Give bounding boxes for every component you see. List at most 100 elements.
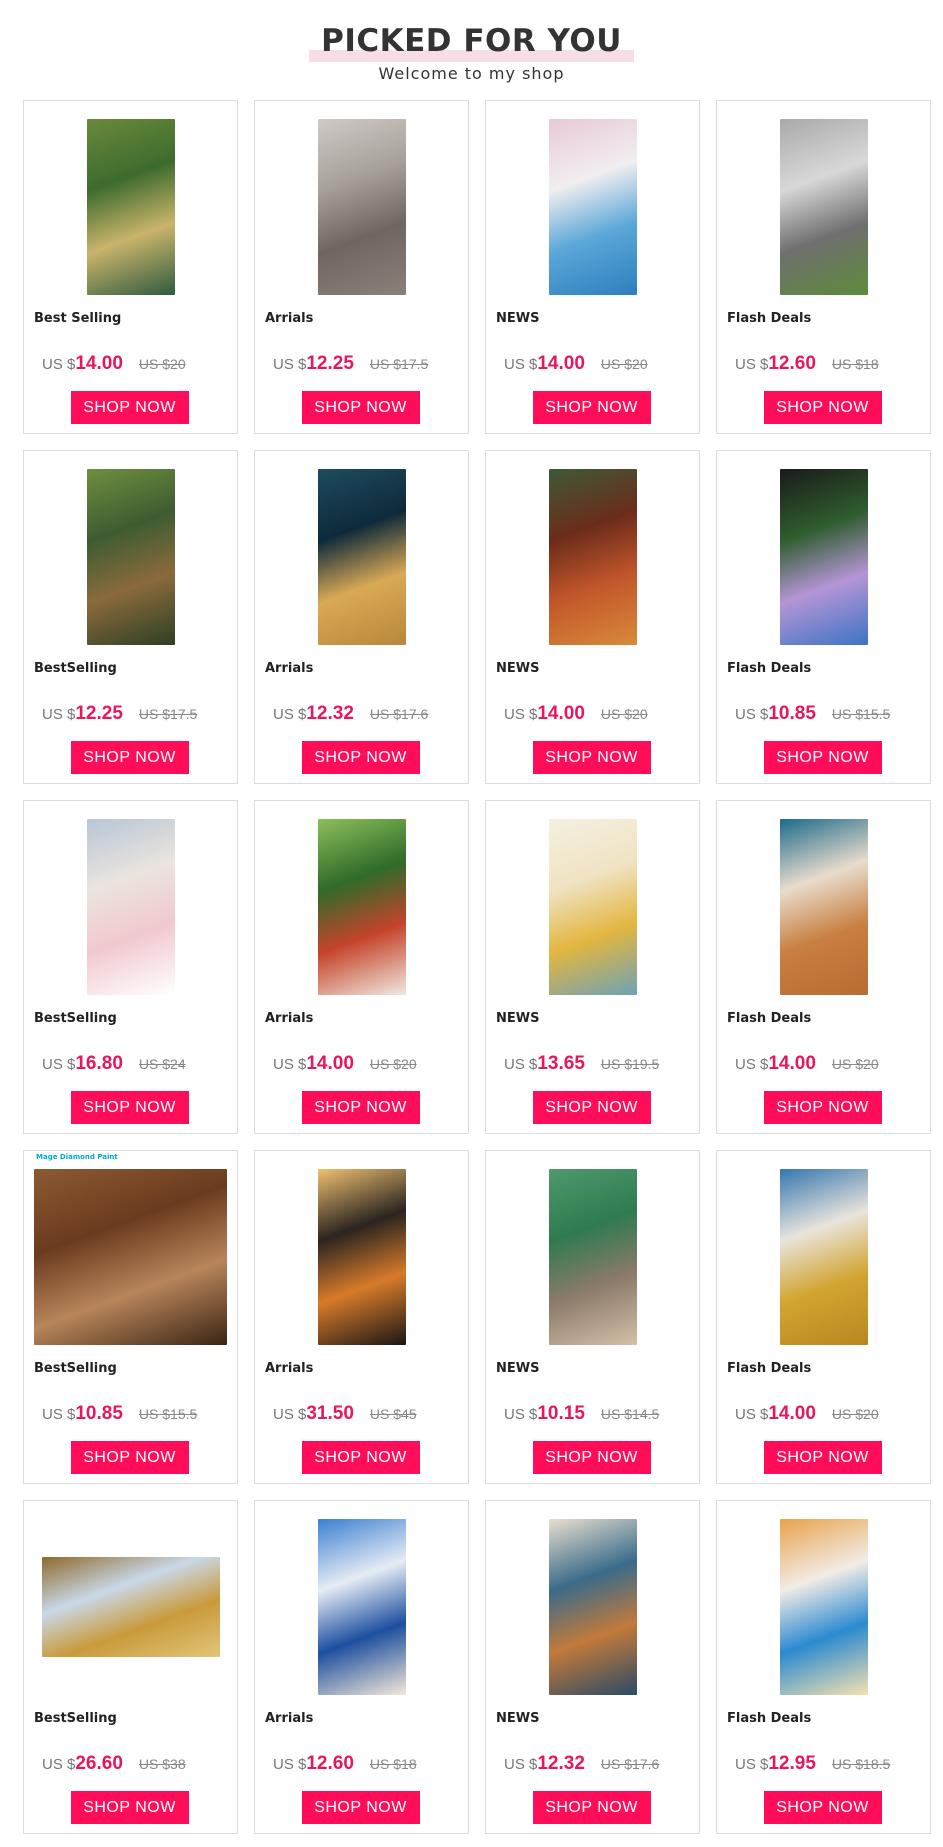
product-card[interactable]: Best Selling US $14.00 US $20 SHOP NOW (23, 100, 238, 434)
product-card[interactable]: Arrials US $14.00 US $20 SHOP NOW (254, 800, 469, 1134)
shop-now-button[interactable]: SHOP NOW (70, 1441, 189, 1474)
product-image[interactable] (779, 1169, 868, 1345)
original-price: US $17.5 (138, 706, 198, 722)
product-card[interactable]: NEWS US $14.00 US $20 SHOP NOW (485, 450, 700, 784)
shop-now-button[interactable]: SHOP NOW (301, 1441, 420, 1474)
price-row: US $16.80 US $24 (42, 1053, 186, 1075)
sale-price: 12.32 (306, 703, 354, 724)
currency-prefix: US $ (735, 1056, 769, 1073)
sale-price: 14.00 (306, 1053, 354, 1074)
original-price: US $20 (600, 706, 648, 722)
original-price: US $20 (831, 1056, 879, 1072)
shop-now-button[interactable]: SHOP NOW (532, 1441, 651, 1474)
product-image[interactable] (317, 819, 406, 995)
product-card[interactable]: Flash Deals US $12.60 US $18 SHOP NOW (716, 100, 931, 434)
currency-prefix: US $ (273, 1406, 307, 1423)
product-card[interactable]: NEWS US $14.00 US $20 SHOP NOW (485, 100, 700, 434)
product-image[interactable] (548, 1169, 637, 1345)
product-image[interactable] (317, 469, 406, 645)
product-card[interactable]: Flash Deals US $14.00 US $20 SHOP NOW (716, 800, 931, 1134)
product-card[interactable]: Flash Deals US $10.85 US $15.5 SHOP NOW (716, 450, 931, 784)
product-card[interactable]: NEWS US $13.65 US $19.5 SHOP NOW (485, 800, 700, 1134)
shop-now-button[interactable]: SHOP NOW (532, 741, 651, 774)
shop-now-button[interactable]: SHOP NOW (763, 1791, 882, 1824)
sale-price: 14.00 (537, 353, 585, 374)
original-price: US $20 (138, 356, 186, 372)
currency-prefix: US $ (42, 706, 76, 723)
product-card[interactable]: Flash Deals US $14.00 US $20 SHOP NOW (716, 1150, 931, 1484)
product-category: Arrials (265, 311, 314, 326)
product-card[interactable]: Arrials US $12.25 US $17.5 SHOP NOW (254, 100, 469, 434)
shop-now-button[interactable]: SHOP NOW (301, 1091, 420, 1124)
page-header: PICKED FOR YOU Welcome to my shop (0, 0, 943, 100)
currency-prefix: US $ (504, 1406, 538, 1423)
product-card[interactable]: Arrials US $12.32 US $17.6 SHOP NOW (254, 450, 469, 784)
price-row: US $10.85 US $15.5 (735, 703, 890, 725)
product-image[interactable] (548, 1519, 637, 1695)
shop-now-button[interactable]: SHOP NOW (763, 391, 882, 424)
product-category: Arrials (265, 1711, 314, 1726)
currency-prefix: US $ (42, 1056, 76, 1073)
currency-prefix: US $ (504, 356, 538, 373)
product-category: NEWS (496, 661, 540, 676)
shop-now-button[interactable]: SHOP NOW (70, 1791, 189, 1824)
product-image[interactable] (548, 119, 637, 295)
page-subtitle: Welcome to my shop (378, 64, 565, 83)
product-image[interactable] (86, 469, 175, 645)
product-image-frame (727, 469, 920, 645)
product-image[interactable] (317, 119, 406, 295)
product-image[interactable] (779, 1519, 868, 1695)
product-image[interactable] (41, 1557, 220, 1657)
shop-now-button[interactable]: SHOP NOW (532, 1791, 651, 1824)
product-card[interactable]: NEWS US $12.32 US $17.6 SHOP NOW (485, 1500, 700, 1834)
product-card[interactable]: BestSelling US $16.80 US $24 SHOP NOW (23, 800, 238, 1134)
shop-now-button[interactable]: SHOP NOW (70, 741, 189, 774)
product-image[interactable] (779, 819, 868, 995)
product-card[interactable]: NEWS US $10.15 US $14.5 SHOP NOW (485, 1150, 700, 1484)
shop-now-button[interactable]: SHOP NOW (301, 391, 420, 424)
original-price: US $20 (600, 356, 648, 372)
product-image-frame (727, 819, 920, 995)
product-image-frame (496, 1519, 689, 1695)
product-category: NEWS (496, 311, 540, 326)
original-price: US $14.5 (600, 1406, 660, 1422)
currency-prefix: US $ (504, 1756, 538, 1773)
product-card[interactable]: Flash Deals US $12.95 US $18.5 SHOP NOW (716, 1500, 931, 1834)
original-price: US $18 (831, 356, 879, 372)
product-image-frame: Mage Diamond Paint (34, 1153, 227, 1345)
shop-now-button[interactable]: SHOP NOW (763, 1441, 882, 1474)
product-image[interactable] (317, 1169, 406, 1345)
product-image[interactable]: Mage Diamond Paint (34, 1153, 227, 1345)
shop-now-button[interactable]: SHOP NOW (763, 1091, 882, 1124)
product-image-frame (265, 469, 458, 645)
product-image[interactable] (86, 119, 175, 295)
shop-now-button[interactable]: SHOP NOW (70, 391, 189, 424)
product-image[interactable] (779, 119, 868, 295)
currency-prefix: US $ (735, 706, 769, 723)
product-image[interactable] (548, 469, 637, 645)
product-card[interactable]: Arrials US $31.50 US $45 SHOP NOW (254, 1150, 469, 1484)
product-image[interactable] (317, 1519, 406, 1695)
product-card[interactable]: Mage Diamond Paint BestSelling US $10.85 US… (23, 1150, 238, 1484)
product-card[interactable]: BestSelling US $12.25 US $17.5 SHOP NOW (23, 450, 238, 784)
shop-now-button[interactable]: SHOP NOW (763, 741, 882, 774)
sale-price: 12.95 (768, 1753, 816, 1774)
product-image[interactable] (86, 819, 175, 995)
product-card[interactable]: BestSelling US $26.60 US $38 SHOP NOW (23, 1500, 238, 1834)
shop-now-button[interactable]: SHOP NOW (532, 391, 651, 424)
product-image-frame (727, 1169, 920, 1345)
original-price: US $15.5 (831, 706, 891, 722)
shop-now-button[interactable]: SHOP NOW (301, 741, 420, 774)
shop-now-button[interactable]: SHOP NOW (532, 1091, 651, 1124)
sale-price: 26.60 (75, 1753, 123, 1774)
original-price: US $17.6 (369, 706, 429, 722)
product-card[interactable]: Arrials US $12.60 US $18 SHOP NOW (254, 1500, 469, 1834)
product-image-frame (34, 819, 227, 995)
product-image[interactable] (779, 469, 868, 645)
shop-now-button[interactable]: SHOP NOW (70, 1091, 189, 1124)
sale-price: 14.00 (768, 1053, 816, 1074)
price-row: US $12.32 US $17.6 (273, 703, 428, 725)
product-category: Flash Deals (727, 311, 812, 326)
product-image[interactable] (548, 819, 637, 995)
shop-now-button[interactable]: SHOP NOW (301, 1791, 420, 1824)
